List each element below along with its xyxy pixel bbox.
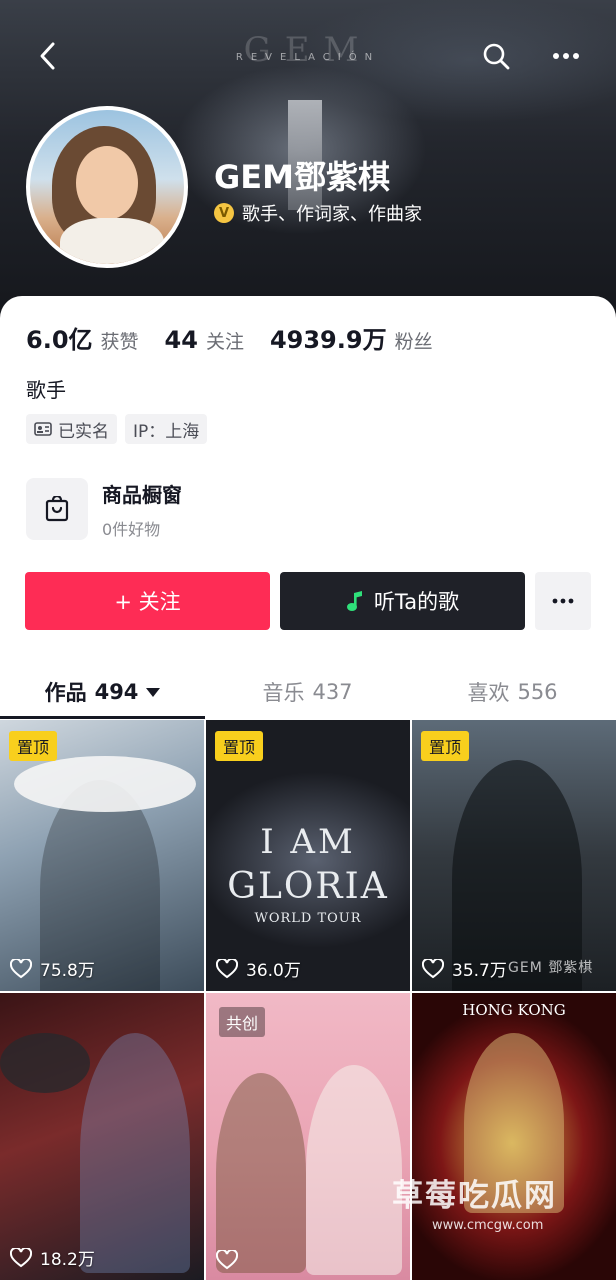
profile-info-card: 6.0亿 获赞 44 关注 4939.9万 粉丝 歌手 已实名 IP：上海 商品… — [0, 296, 616, 720]
avatar-body — [60, 218, 164, 264]
heart-icon — [216, 1250, 238, 1270]
shop-window-entry[interactable]: 商品橱窗 0件好物 — [26, 478, 182, 540]
more-icon — [552, 598, 574, 604]
tag-verified-identity: 已实名 — [26, 414, 117, 444]
thumbnail-title: I AM GLORIA WORLD TOUR — [206, 822, 410, 926]
video-thumbnail[interactable]: GEM 鄧紫棋 置顶 35.7万 — [412, 720, 616, 991]
like-count: 36.0万 — [216, 956, 301, 981]
more-actions-button[interactable] — [535, 572, 591, 630]
avatar-face — [76, 146, 138, 220]
profile-header-banner: GEM REVELACIÓN GEM鄧紫棋 V 歌手、作词家、作曲家 — [0, 0, 616, 320]
verified-badge-icon: V — [214, 203, 234, 223]
more-options-button[interactable] — [546, 36, 586, 76]
music-note-icon — [346, 591, 362, 611]
stats-row: 6.0亿 获赞 44 关注 4939.9万 粉丝 — [26, 320, 459, 355]
stat-followers[interactable]: 4939.9万 粉丝 — [270, 320, 433, 355]
listen-songs-button[interactable]: 听Ta的歌 — [280, 572, 525, 630]
like-count: 35.7万 — [422, 956, 507, 981]
content-tabs: 作品 494 音乐 437 喜欢 556 — [0, 664, 616, 720]
action-buttons: + 关注 听Ta的歌 — [25, 572, 591, 630]
follow-button[interactable]: + 关注 — [25, 572, 270, 630]
thumbnail-drum — [0, 1033, 90, 1093]
avatar[interactable] — [26, 106, 188, 268]
video-thumbnail[interactable]: I AM GLORIA WORLD TOUR 置顶 36.0万 — [206, 720, 410, 991]
like-count: 18.2万 — [10, 1245, 95, 1270]
banner-logo: GEM — [243, 30, 373, 70]
like-count: 75.8万 — [10, 956, 95, 981]
thumbnail-title-line: GLORIA — [227, 866, 389, 907]
stat-following[interactable]: 44 关注 — [165, 326, 244, 354]
shop-subtitle: 0件好物 — [102, 519, 161, 539]
verification-line: V 歌手、作词家、作曲家 — [214, 200, 422, 226]
shop-icon-box — [26, 478, 88, 540]
tab-label: 喜欢 — [467, 681, 510, 705]
pinned-badge: 置顶 — [9, 731, 58, 761]
thumbnail-figure — [306, 1065, 402, 1275]
tab-count: 437 — [312, 680, 353, 704]
follow-label: + 关注 — [114, 590, 181, 614]
bio-text: 歌手 — [26, 378, 66, 402]
like-count-text: 18.2万 — [40, 1250, 95, 1270]
pinned-badge: 置顶 — [421, 731, 470, 761]
tab-count: 494 — [94, 680, 139, 704]
stat-value: 4939.9万 — [269, 326, 387, 354]
tab-works[interactable]: 作品 494 — [0, 664, 205, 720]
video-thumbnail[interactable]: HONG KONG — [412, 993, 616, 1280]
thumbnail-title-line: WORLD TOUR — [254, 911, 362, 926]
video-thumbnail[interactable]: 18.2万 — [0, 993, 204, 1280]
thumbnail-figure — [80, 1033, 190, 1273]
shopping-bag-icon — [45, 496, 69, 522]
search-button[interactable] — [476, 36, 516, 76]
thumbnail-title-line: I AM — [260, 822, 356, 862]
co-created-badge: 共创 — [219, 1007, 266, 1037]
banner-subtitle: REVELACIÓN — [235, 52, 381, 63]
watermark-text: 草莓吃瓜网 — [392, 1178, 557, 1214]
back-button[interactable] — [28, 36, 68, 76]
like-count-text: 36.0万 — [246, 961, 301, 981]
verification-text: 歌手、作词家、作曲家 — [242, 204, 422, 225]
shop-title: 商品橱窗 — [102, 482, 182, 507]
thumbnail-hat — [14, 756, 196, 812]
active-tab-indicator — [0, 716, 205, 719]
more-icon — [553, 53, 579, 59]
stat-value: 6.0亿 — [26, 326, 93, 354]
tag-ip-location: IP：上海 — [125, 414, 208, 444]
pinned-badge: 置顶 — [215, 731, 264, 761]
tag-label: 已实名 — [58, 421, 109, 442]
tab-label: 音乐 — [262, 681, 305, 705]
tag-label: IP：上海 — [133, 421, 200, 442]
like-count-text: 75.8万 — [40, 961, 95, 981]
heart-icon — [10, 1247, 32, 1267]
like-count-text: 35.7万 — [452, 961, 507, 981]
heart-icon — [10, 958, 32, 978]
back-arrow-icon — [40, 42, 55, 70]
thumbnail-caption: HONG KONG — [462, 1001, 566, 1019]
heart-icon — [422, 958, 444, 978]
like-count — [216, 1250, 246, 1270]
video-thumbnail[interactable]: 共创 — [206, 993, 410, 1280]
stat-label: 粉丝 — [394, 331, 433, 353]
video-thumbnail[interactable]: 置顶 75.8万 — [0, 720, 204, 991]
heart-icon — [216, 958, 238, 978]
search-icon — [483, 43, 510, 70]
stat-label: 关注 — [205, 331, 244, 353]
thumbnail-figure — [216, 1073, 306, 1273]
tab-likes[interactable]: 喜欢 556 — [410, 664, 615, 720]
watermark-url: www.cmcgw.com — [432, 1218, 544, 1233]
thumbnail-caption: GEM 鄧紫棋 — [508, 960, 594, 976]
tag-row: 已实名 IP：上海 — [26, 414, 208, 444]
tab-label: 作品 — [44, 681, 87, 705]
stat-likes[interactable]: 6.0亿 获赞 — [26, 320, 139, 355]
tab-music[interactable]: 音乐 437 — [205, 664, 410, 720]
stat-label: 获赞 — [100, 331, 139, 353]
listen-label: 听Ta的歌 — [373, 590, 460, 614]
id-card-icon — [34, 422, 52, 436]
stat-value: 44 — [164, 326, 198, 354]
tab-count: 556 — [517, 680, 558, 704]
profile-name: GEM鄧紫棋 — [214, 158, 390, 196]
dropdown-triangle-icon[interactable] — [146, 687, 161, 697]
